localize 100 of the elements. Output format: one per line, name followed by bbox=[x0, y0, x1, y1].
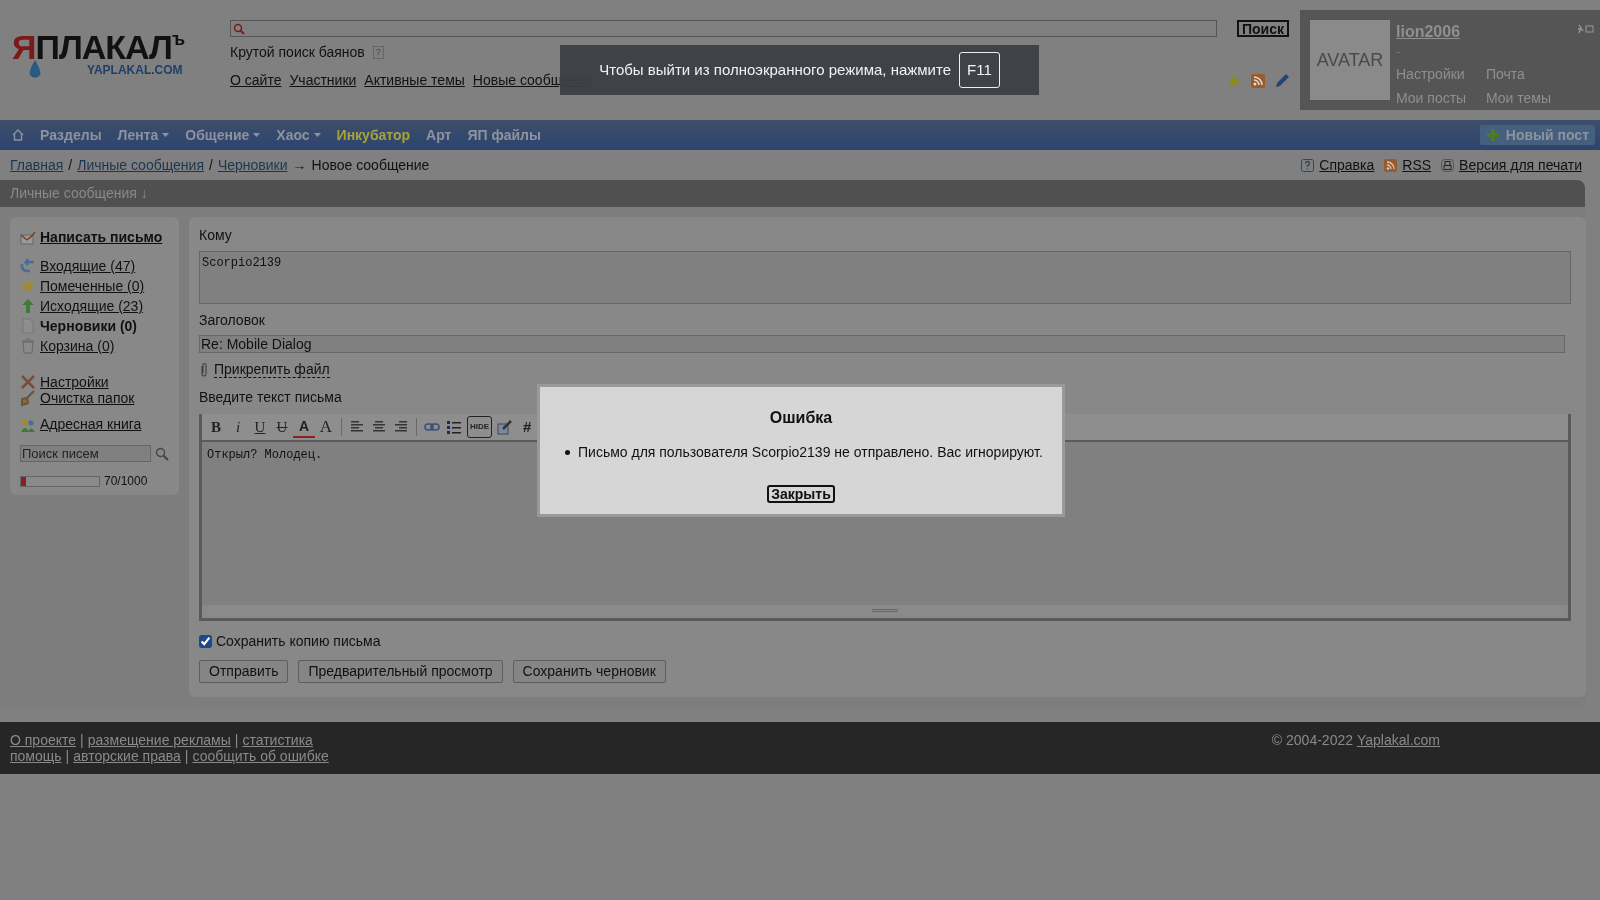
footer-separator: | bbox=[184, 748, 189, 764]
mail-search-field[interactable]: Поиск писем bbox=[20, 445, 151, 462]
folder-link[interactable]: Черновики (0) bbox=[40, 316, 137, 336]
underline-button[interactable]: U bbox=[249, 416, 271, 438]
broom-icon bbox=[20, 390, 36, 406]
site-link[interactable]: Yaplakal.com bbox=[1357, 732, 1440, 774]
trash-icon bbox=[20, 338, 36, 354]
user-status: - bbox=[1396, 44, 1402, 60]
sidebar-tool-link[interactable]: Настройки bbox=[40, 374, 109, 390]
attach-file-link[interactable]: Прикрепить файл bbox=[214, 361, 330, 378]
nav-item[interactable]: ЯП файлы bbox=[467, 124, 541, 146]
bullet-icon bbox=[565, 450, 570, 455]
checkbox-label: Сохранить копию письма bbox=[216, 632, 381, 651]
footer-separator: | bbox=[234, 732, 239, 748]
key-label: F11 bbox=[959, 51, 1000, 89]
home-icon[interactable] bbox=[12, 129, 24, 141]
recipient-field[interactable]: Scorpio2139 bbox=[199, 251, 1571, 304]
field-label: Введите текст письма bbox=[199, 388, 343, 406]
subject-field[interactable]: Re: Mobile Dialog bbox=[199, 335, 1565, 353]
chain-icon bbox=[424, 422, 440, 432]
align-lines-icon bbox=[394, 421, 408, 433]
breadcrumb-link[interactable]: Черновики bbox=[217, 154, 288, 176]
breadcrumb-current: Новое сообщение bbox=[311, 155, 430, 175]
text-color-button[interactable]: A bbox=[293, 416, 315, 438]
caret-icon bbox=[253, 133, 261, 137]
bullet-list-icon bbox=[446, 420, 462, 434]
people-icon bbox=[20, 416, 36, 433]
page-tool-link[interactable]: Версия для печати bbox=[1459, 154, 1582, 176]
plus-icon bbox=[1485, 128, 1500, 142]
sidebar-tool-link[interactable]: Очистка папок bbox=[40, 390, 135, 406]
footer-link[interactable]: размещение рекламы bbox=[87, 732, 231, 748]
page-tool-link[interactable]: Справка bbox=[1319, 154, 1375, 176]
paperclip-icon bbox=[199, 361, 209, 378]
star-icon bbox=[20, 278, 36, 294]
footer-link[interactable]: О проекте bbox=[10, 732, 77, 748]
footer-link[interactable]: статистика bbox=[242, 732, 313, 748]
help-icon bbox=[1301, 158, 1315, 172]
hide-button[interactable]: HIDE bbox=[467, 416, 493, 438]
align-lines-icon bbox=[350, 421, 364, 433]
search-field[interactable] bbox=[230, 20, 1217, 37]
folder-link[interactable]: Корзина (0) bbox=[40, 336, 115, 356]
error-message: Письмо для пользователя Scorpio2139 не отправлено. Вас игнорируют. bbox=[578, 443, 1043, 462]
breadcrumb-separator: / bbox=[68, 155, 73, 175]
folder-link[interactable]: Исходящие (23) bbox=[40, 296, 144, 316]
footer-separator: | bbox=[80, 732, 84, 748]
quota-reading: 70/1000 bbox=[104, 473, 148, 490]
form-button[interactable]: Отправить bbox=[199, 660, 289, 683]
curved-arrow-icon bbox=[20, 258, 36, 274]
italic-button[interactable]: i bbox=[227, 416, 249, 438]
header-link[interactable]: Участники bbox=[289, 70, 357, 91]
up-arrow-icon bbox=[20, 298, 36, 314]
help-badge[interactable]: ? bbox=[372, 46, 384, 59]
printer-icon bbox=[1441, 158, 1455, 172]
close-button[interactable]: Закрыть bbox=[767, 485, 835, 503]
nav-item[interactable]: Лента bbox=[117, 124, 170, 146]
hash-button[interactable]: # bbox=[516, 416, 539, 438]
field-label: Заголовок bbox=[199, 311, 266, 329]
footer-link[interactable]: сообщить об ошибке bbox=[192, 748, 329, 764]
address-book-link[interactable]: Адресная книга bbox=[40, 414, 142, 435]
copyright: © 2004-2022 bbox=[1271, 732, 1353, 750]
nav-item[interactable]: Арт bbox=[426, 124, 452, 146]
footer-link[interactable]: помощь bbox=[10, 748, 62, 764]
search-icon bbox=[233, 22, 245, 35]
breadcrumb-separator: → bbox=[292, 155, 307, 175]
header-link[interactable]: О сайте bbox=[230, 70, 282, 91]
bold-button[interactable]: B bbox=[205, 416, 227, 438]
compose-link[interactable]: Написать письмо bbox=[40, 227, 163, 248]
nav-item[interactable]: Хаос bbox=[276, 124, 321, 146]
strikethrough-button[interactable]: U bbox=[271, 416, 293, 438]
breadcrumb-link[interactable]: Личные сообщения bbox=[77, 154, 204, 176]
folder-link[interactable]: Входящие (47) bbox=[40, 256, 136, 276]
search-hint: Крутой поиск баянов bbox=[230, 43, 365, 62]
page-tool-link[interactable]: RSS bbox=[1402, 154, 1432, 176]
star-icon bbox=[1226, 72, 1242, 89]
caret-icon bbox=[162, 133, 170, 137]
envelope-icon bbox=[20, 229, 36, 246]
nav-item[interactable]: Общение bbox=[185, 124, 261, 146]
pencil-icon bbox=[1274, 72, 1290, 89]
form-button[interactable]: Сохранить черновик bbox=[512, 660, 666, 683]
tools-icon bbox=[20, 374, 36, 390]
dialog-title: Ошибка bbox=[769, 408, 833, 428]
rss-icon bbox=[1384, 158, 1398, 172]
footer-link[interactable]: авторские права bbox=[73, 748, 181, 764]
footer-separator: | bbox=[65, 748, 70, 764]
save-copy-checkbox[interactable] bbox=[199, 635, 212, 648]
form-button[interactable]: Предварительный просмотр bbox=[298, 660, 503, 683]
align-lines-icon bbox=[372, 421, 386, 433]
header-link[interactable]: Активные темы bbox=[364, 70, 465, 91]
breadcrumb-separator: / bbox=[209, 155, 213, 175]
caret-icon bbox=[313, 133, 321, 137]
folder-link[interactable]: Помеченные (0) bbox=[40, 276, 145, 296]
logout-icon bbox=[1576, 24, 1594, 34]
rss-icon bbox=[1250, 72, 1266, 89]
nav-item[interactable]: Разделы bbox=[40, 124, 102, 146]
nav-item[interactable]: Инкубатор bbox=[336, 124, 411, 146]
search-icon bbox=[155, 446, 169, 461]
font-size-button[interactable]: A bbox=[315, 416, 337, 438]
breadcrumb-link[interactable]: Главная bbox=[10, 154, 64, 176]
search-button[interactable]: Поиск bbox=[1237, 20, 1289, 37]
pencil-note-icon bbox=[497, 419, 514, 435]
